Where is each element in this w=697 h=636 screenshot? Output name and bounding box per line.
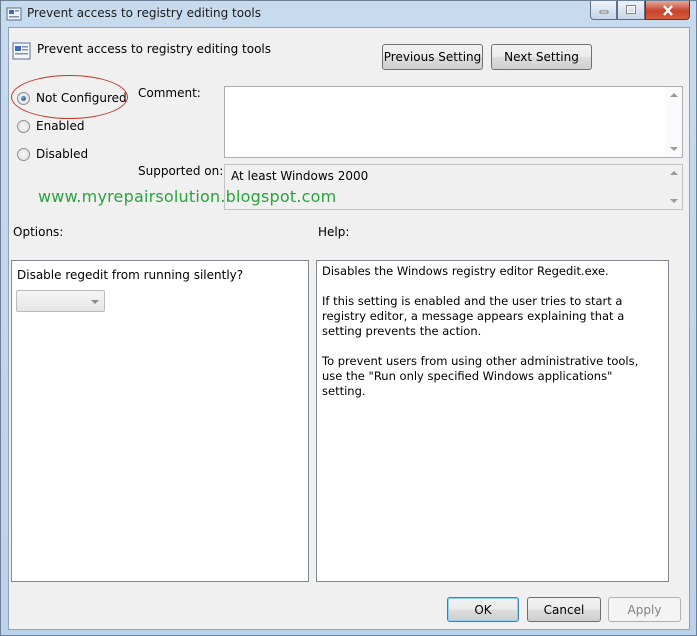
close-button[interactable] — [645, 1, 690, 20]
radio-not-configured[interactable]: Not Configured — [17, 91, 127, 105]
watermark-text: www.myrepairsolution.blogspot.com — [38, 187, 337, 206]
maximize-icon — [626, 5, 636, 14]
radio-button-checked[interactable] — [17, 91, 30, 105]
previous-setting-button[interactable]: Previous Setting — [382, 44, 483, 70]
radio-button[interactable] — [17, 119, 30, 133]
help-label: Help: — [318, 225, 350, 239]
minimize-button[interactable] — [590, 1, 617, 20]
scroll-down-icon[interactable] — [670, 147, 678, 151]
supported-on-value: At least Windows 2000 — [231, 169, 369, 183]
radio-label-disabled: Disabled — [36, 147, 89, 161]
window-title: Prevent access to registry editing tools — [27, 6, 261, 20]
help-paragraph: Disables the Windows registry editor Reg… — [322, 264, 609, 278]
help-paragraph: If this setting is enabled and the user … — [322, 294, 625, 338]
policy-name-heading: Prevent access to registry editing tools — [37, 42, 271, 56]
supported-on-label: Supported on: — [138, 164, 224, 178]
policy-dialog-window: Prevent access to registry editing tools… — [0, 0, 697, 636]
close-icon — [662, 4, 673, 16]
option-question-label: Disable regedit from running silently? — [17, 268, 244, 282]
cancel-button[interactable]: Cancel — [527, 597, 601, 622]
options-label: Options: — [13, 225, 64, 239]
help-panel: Disables the Windows registry editor Reg… — [316, 260, 669, 582]
options-panel: Disable regedit from running silently? — [11, 260, 309, 582]
comment-scrollbar[interactable] — [665, 87, 682, 157]
silent-regedit-dropdown[interactable] — [16, 290, 105, 312]
radio-enabled[interactable]: Enabled — [17, 119, 85, 133]
policy-icon — [6, 7, 22, 21]
help-paragraph: To prevent users from using other admini… — [322, 354, 639, 398]
minimize-icon — [599, 10, 608, 14]
radio-label-not-configured: Not Configured — [36, 91, 127, 105]
scroll-up-icon[interactable] — [670, 93, 678, 97]
title-bar[interactable]: Prevent access to registry editing tools — [1, 1, 696, 27]
dialog-client-area: Prevent access to registry editing tools… — [8, 27, 690, 630]
caption-buttons — [590, 1, 690, 20]
apply-button[interactable]: Apply — [608, 597, 681, 622]
maximize-button[interactable] — [617, 1, 645, 20]
chevron-down-icon — [91, 300, 99, 304]
help-text: Disables the Windows registry editor Reg… — [322, 264, 648, 414]
scroll-up-icon[interactable] — [670, 171, 678, 175]
supported-scrollbar[interactable] — [665, 165, 682, 209]
scroll-down-icon[interactable] — [670, 199, 678, 203]
radio-disabled[interactable]: Disabled — [17, 147, 88, 161]
radio-button[interactable] — [17, 147, 30, 161]
ok-button[interactable]: OK — [447, 597, 519, 622]
policy-setting-icon — [12, 42, 31, 60]
comment-textarea[interactable] — [224, 86, 683, 158]
next-setting-button[interactable]: Next Setting — [491, 44, 592, 70]
comment-label: Comment: — [138, 86, 201, 100]
radio-label-enabled: Enabled — [36, 119, 85, 133]
